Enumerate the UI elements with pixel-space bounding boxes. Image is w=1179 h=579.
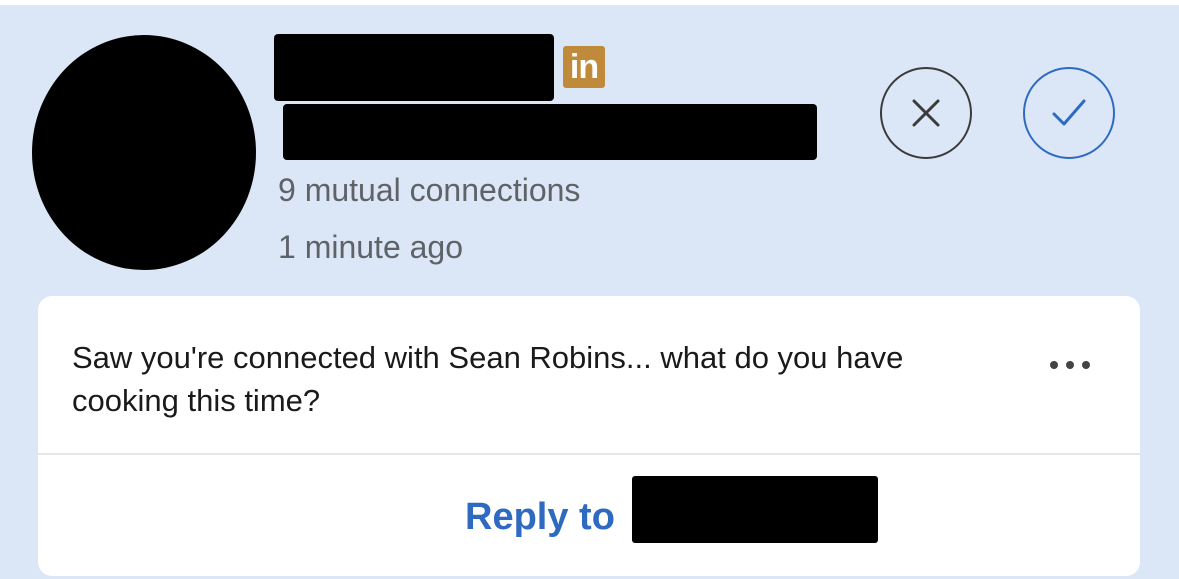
close-icon — [912, 99, 940, 127]
reply-button[interactable]: Reply to — [38, 456, 1140, 576]
more-dot — [1082, 361, 1090, 369]
timestamp: 1 minute ago — [278, 229, 464, 265]
avatar[interactable] — [32, 35, 256, 270]
accept-button[interactable] — [1023, 67, 1115, 159]
reply-label: Reply to — [465, 496, 615, 538]
more-horizontal-icon[interactable] — [1050, 358, 1090, 372]
divider — [38, 453, 1140, 455]
sender-headline-redacted — [283, 104, 817, 160]
more-dot — [1066, 361, 1074, 369]
message-card: Saw you're connected with Sean Robins...… — [38, 296, 1140, 576]
mutual-connections[interactable]: 9 mutual connections — [278, 172, 580, 209]
linkedin-badge-icon: in — [563, 46, 605, 88]
decline-button[interactable] — [880, 67, 972, 159]
more-dot — [1050, 361, 1058, 369]
reply-recipient-redacted — [632, 476, 878, 543]
checkmark-icon — [1052, 99, 1086, 126]
invitation-message: Saw you're connected with Sean Robins...… — [72, 340, 904, 418]
sender-name-redacted — [274, 34, 554, 101]
